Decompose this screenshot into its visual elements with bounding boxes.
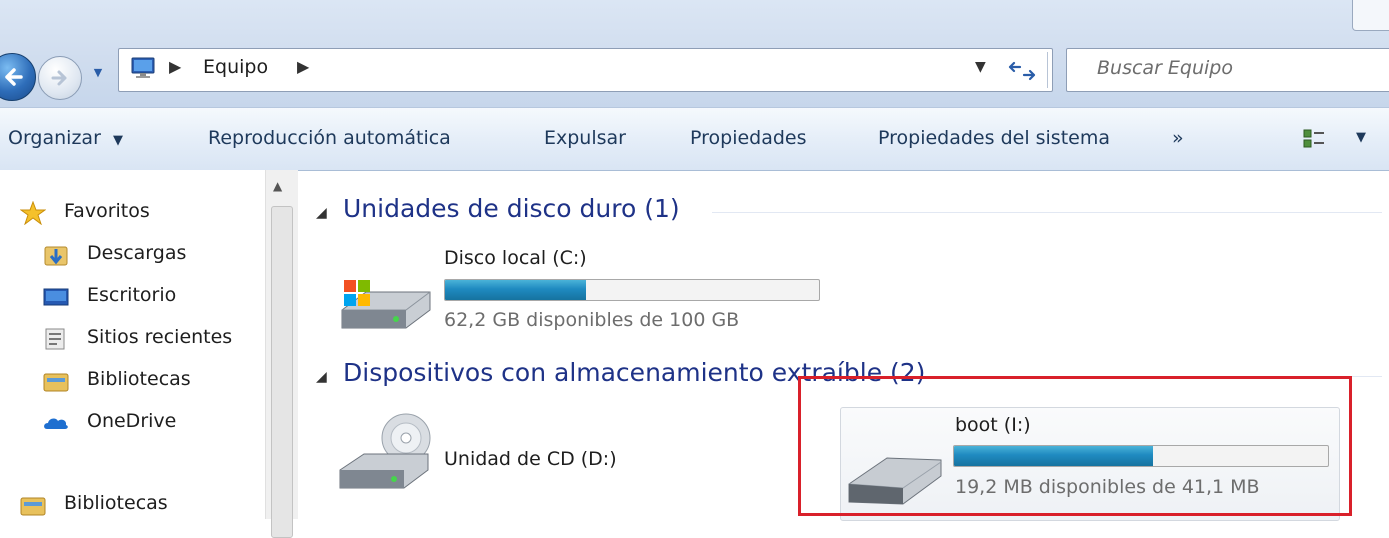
breadcrumb-separator-icon[interactable]: ▶ xyxy=(297,57,309,76)
star-icon xyxy=(20,201,46,225)
computer-icon xyxy=(131,57,155,78)
breadcrumb-equipo[interactable]: Equipo xyxy=(203,56,268,78)
downloads-folder-icon xyxy=(44,246,68,266)
search-box[interactable]: Buscar Equipo xyxy=(1066,48,1389,92)
drive-d-name[interactable]: Unidad de CD (D:) xyxy=(444,448,617,470)
organize-menu[interactable]: Organizar ▼ xyxy=(8,127,123,149)
scroll-up-icon[interactable]: ▲ xyxy=(273,179,282,193)
search-placeholder[interactable]: Buscar Equipo xyxy=(1097,57,1233,79)
view-options-dropdown-icon[interactable]: ▼ xyxy=(1356,130,1366,145)
address-dropdown-icon[interactable]: ▼ xyxy=(975,59,986,75)
properties-button[interactable]: Propiedades xyxy=(690,127,807,149)
group-header-hard-drives[interactable]: Unidades de disco duro (1) xyxy=(343,194,680,223)
libraries-icon xyxy=(20,497,46,516)
system-properties-button[interactable]: Propiedades del sistema xyxy=(878,127,1110,149)
collapse-triangle-icon[interactable]: ◢ xyxy=(316,369,327,385)
nav-label: Sitios recientes xyxy=(87,326,233,348)
nav-label: Bibliotecas xyxy=(87,368,191,390)
history-dropdown-icon[interactable]: ▼ xyxy=(90,66,106,82)
nav-label: Bibliotecas xyxy=(64,492,168,514)
nav-scrollbar[interactable]: ▲ xyxy=(265,170,298,538)
more-commands-button[interactable]: » xyxy=(1172,127,1184,149)
hard-drive-windows-icon xyxy=(341,280,431,329)
change-view-icon[interactable] xyxy=(1303,128,1325,150)
autoplay-button[interactable]: Reproducción automática xyxy=(208,127,451,149)
toolbar-divider xyxy=(1047,52,1048,88)
nav-label: OneDrive xyxy=(87,410,177,432)
cd-drive-icon xyxy=(339,413,431,489)
window-corner-control[interactable] xyxy=(1352,0,1389,31)
drive-c-usage-bar xyxy=(444,279,820,301)
eject-button[interactable]: Expulsar xyxy=(544,127,626,149)
highlight-box xyxy=(798,376,1352,516)
arrow-left-icon xyxy=(5,68,23,86)
collapse-triangle-icon[interactable]: ◢ xyxy=(316,205,327,221)
desktop-icon xyxy=(43,288,69,306)
recent-places-icon xyxy=(45,328,65,350)
drive-c-usage-fill xyxy=(445,280,587,300)
drive-c-free-space: 62,2 GB disponibles de 100 GB xyxy=(444,309,740,331)
navigation-pane: Favoritos Descargas Escritorio Sitios re… xyxy=(0,170,265,519)
refresh-icon[interactable] xyxy=(1002,58,1046,84)
libraries-icon xyxy=(43,373,69,392)
arrow-right-icon xyxy=(51,70,67,86)
nav-label: Descargas xyxy=(87,242,187,264)
organize-label: Organizar xyxy=(8,127,101,149)
drive-d-item[interactable] xyxy=(336,412,432,508)
address-bar[interactable]: ▶ Equipo ▶ ▼ xyxy=(118,48,1053,92)
scroll-thumb[interactable] xyxy=(271,206,293,538)
drive-c-item[interactable] xyxy=(336,270,432,350)
chevron-down-icon: ▼ xyxy=(112,133,123,148)
command-bar: Organizar ▼ Reproducción automática Expu… xyxy=(0,107,1389,171)
group-divider xyxy=(712,212,1382,213)
forward-button[interactable] xyxy=(38,56,82,100)
nav-label: Escritorio xyxy=(87,284,177,306)
nav-label: Favoritos xyxy=(64,200,150,222)
drive-c-name[interactable]: Disco local (C:) xyxy=(444,247,587,269)
onedrive-icon xyxy=(44,418,68,429)
breadcrumb-separator-icon[interactable]: ▶ xyxy=(169,57,181,76)
